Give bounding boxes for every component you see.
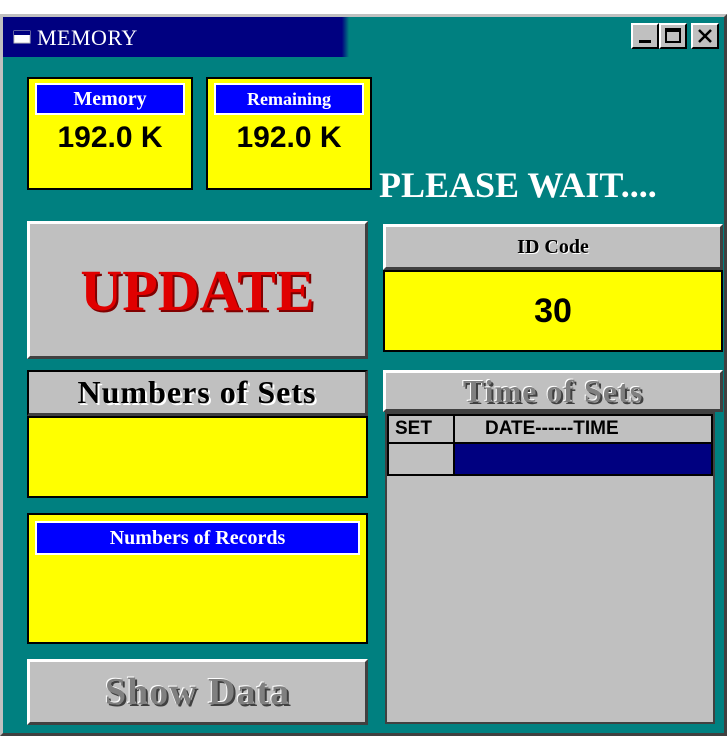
remaining-panel: Remaining 192.0 K [206,77,372,190]
status-text: PLEASE WAIT.... [379,165,657,205]
id-code-header: ID Code [383,224,723,270]
minimize-button[interactable] [631,23,659,49]
id-code-value: 30 [534,291,572,330]
table-header-row: SET DATE------TIME [387,414,713,444]
minimize-icon [639,40,651,43]
show-data-label: Show Data [104,671,291,713]
show-data-button[interactable]: Show Data [27,659,368,725]
column-header-set: SET [387,414,455,444]
memory-panel: Memory 192.0 K [27,77,193,190]
maximize-icon [665,28,681,43]
update-button-label: UPDATE [80,257,315,323]
time-of-sets-grid[interactable]: SET DATE------TIME [385,412,715,724]
sets-header: Numbers of Sets [27,370,368,416]
memory-window: MEMORY Memory 192.0 K Remaining 192.0 K … [0,14,727,736]
sets-panel [27,416,368,498]
time-of-sets-header: Time of Sets [383,370,723,412]
table-cell-set[interactable] [387,442,455,476]
title-bar[interactable]: MEMORY [3,17,724,57]
close-button[interactable] [691,23,719,49]
records-panel: Numbers of Records [27,513,368,644]
id-code-label: ID Code [517,235,589,258]
id-code-panel: 30 [383,270,723,352]
window-title: MEMORY [37,25,138,50]
remaining-label: Remaining [214,83,364,115]
table-cell-date-time[interactable] [453,442,713,476]
column-header-date-time: DATE------TIME [453,414,713,444]
records-label: Numbers of Records [35,521,360,555]
time-of-sets-table: SET DATE------TIME [387,414,713,476]
memory-value: 192.0 K [57,121,163,154]
sets-label: Numbers of Sets [77,374,317,410]
remaining-value: 192.0 K [236,121,342,154]
update-button[interactable]: UPDATE [27,221,368,359]
maximize-button[interactable] [659,23,687,49]
table-row[interactable] [387,442,713,476]
time-of-sets-label: Time of Sets [462,372,644,409]
memory-label: Memory [35,83,185,115]
client-area: Memory 192.0 K Remaining 192.0 K PLEASE … [3,57,724,733]
close-icon [698,29,712,43]
app-icon[interactable] [13,30,31,44]
